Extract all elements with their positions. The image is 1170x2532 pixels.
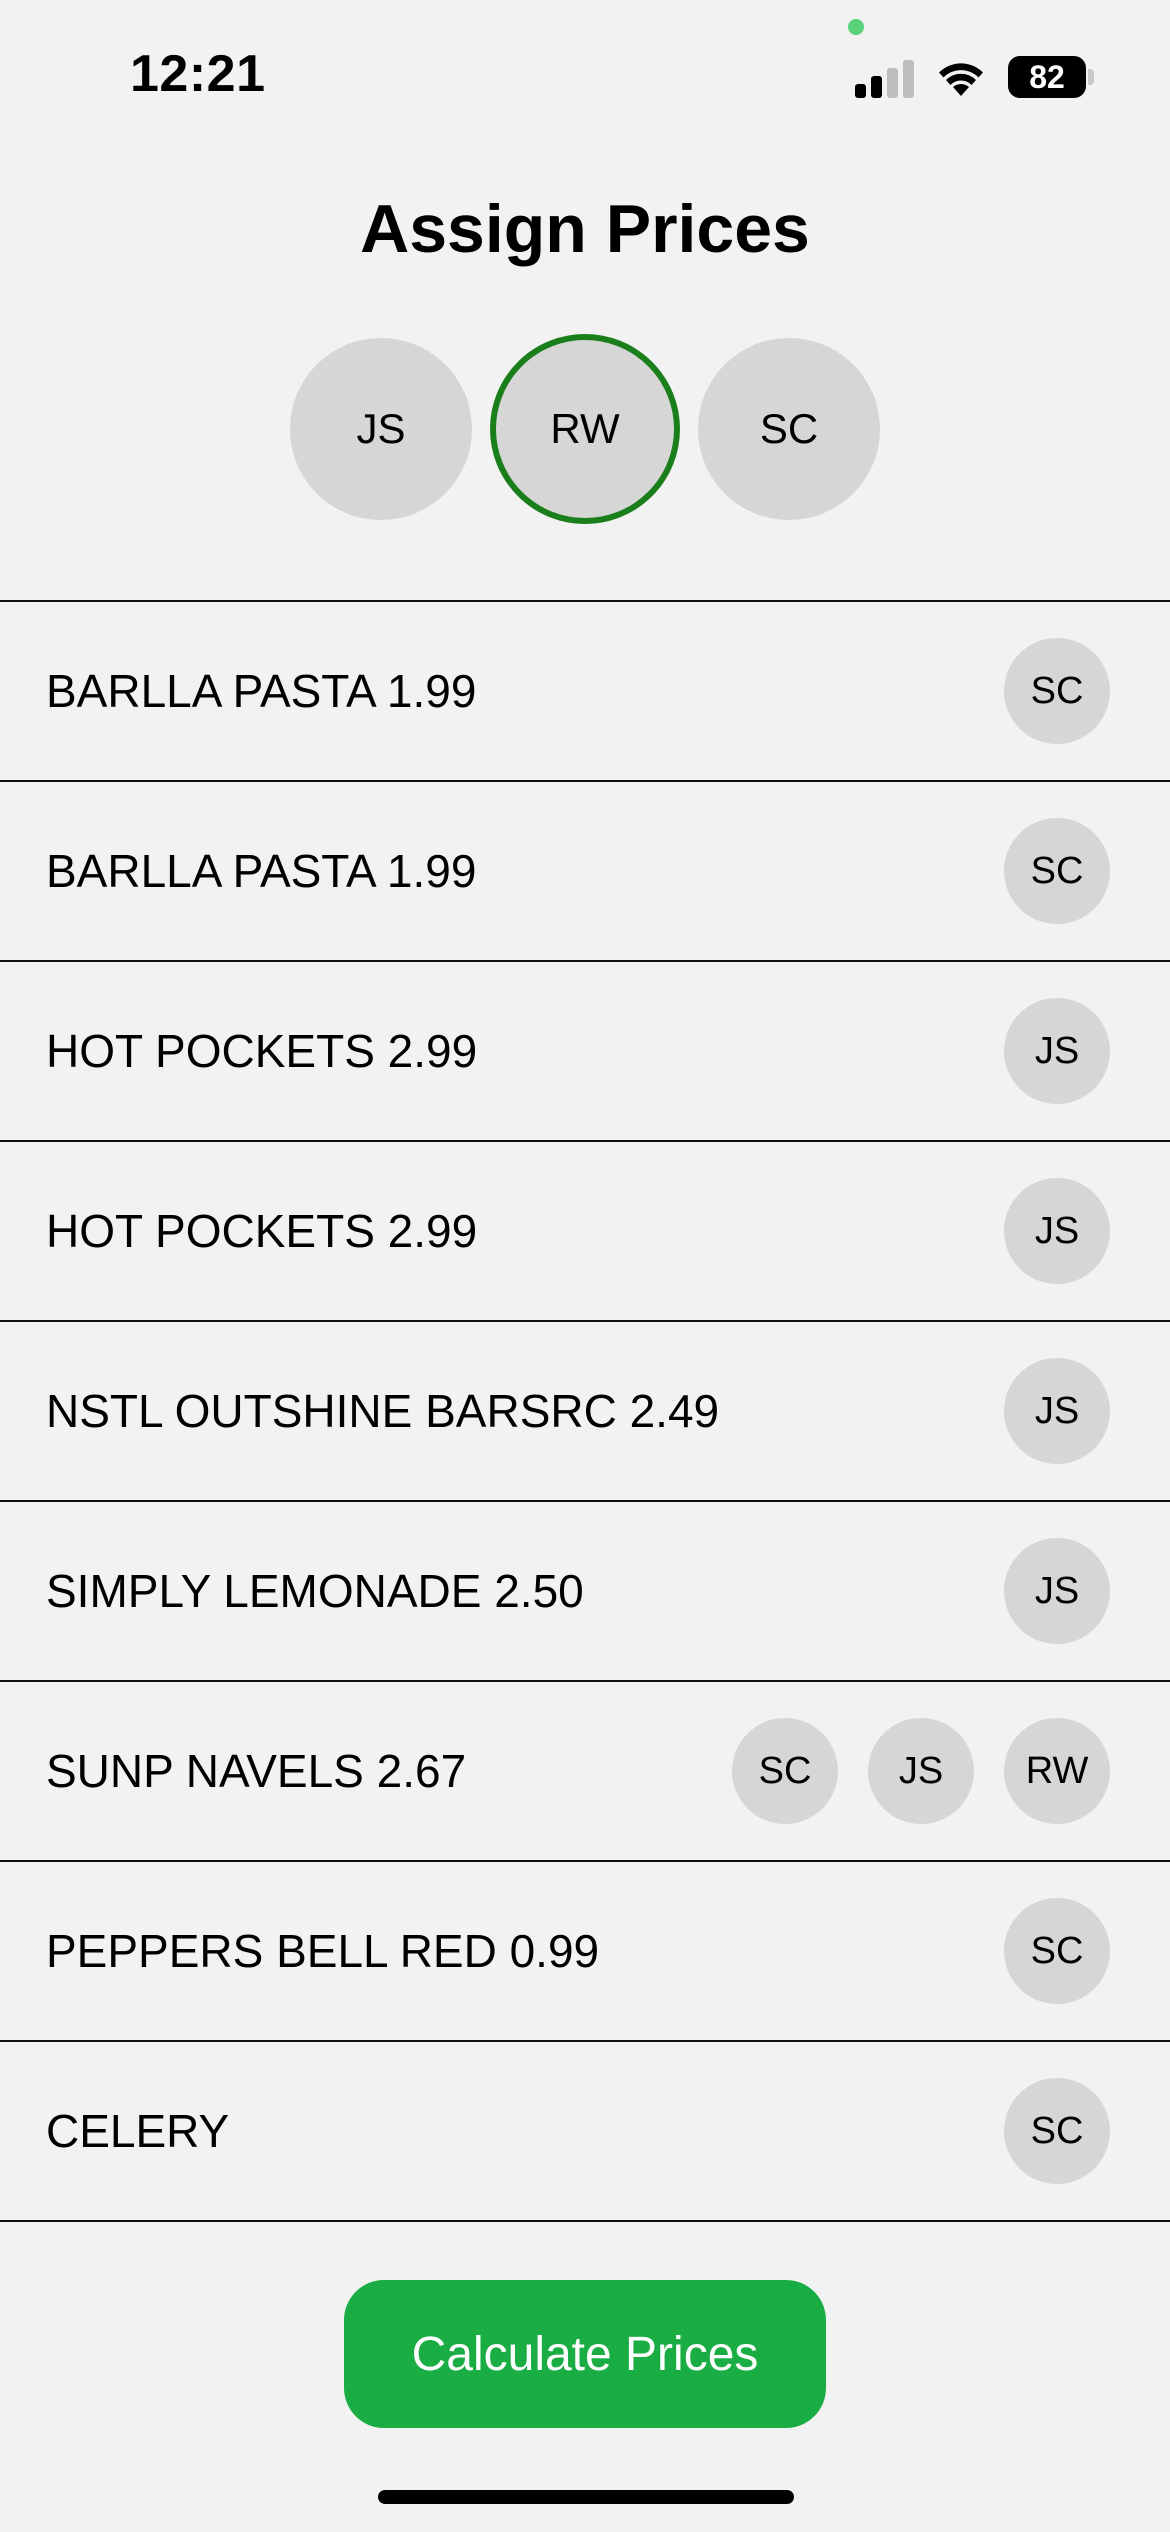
signal-icon (855, 58, 915, 98)
assigned-badge: JS (1004, 1178, 1110, 1284)
item-label: BARLLA PASTA 1.99 (46, 845, 477, 897)
assigned-badge: JS (1004, 1538, 1110, 1644)
assigned-badges: SC JS RW (732, 1718, 1110, 1824)
person-rw[interactable]: RW (490, 334, 680, 524)
assigned-badges: JS (1004, 1358, 1110, 1464)
item-row[interactable]: NSTL OUTSHINE BARSRC 2.49 JS (0, 1322, 1170, 1502)
people-selector: JS RW SC (0, 334, 1170, 524)
assigned-badges: JS (1004, 1178, 1110, 1284)
item-label: SUNP NAVELS 2.67 (46, 1745, 467, 1797)
status-time: 12:21 (130, 45, 266, 103)
calculate-prices-button[interactable]: Calculate Prices (344, 2280, 826, 2428)
assigned-badge: SC (1004, 638, 1110, 744)
assigned-badges: SC (1004, 1898, 1110, 2004)
person-initials: JS (356, 405, 406, 452)
home-indicator[interactable] (378, 2490, 794, 2504)
battery-icon: 82 (1008, 56, 1086, 98)
item-row[interactable]: HOT POCKETS 2.99 JS (0, 962, 1170, 1142)
person-js[interactable]: JS (290, 338, 472, 520)
battery-cap (1088, 69, 1094, 85)
item-label: PEPPERS BELL RED 0.99 (46, 1925, 600, 1977)
item-label: NSTL OUTSHINE BARSRC 2.49 (46, 1385, 720, 1437)
page-title: Assign Prices (360, 191, 810, 267)
camera-indicator-icon (848, 19, 864, 35)
item-row[interactable]: HOT POCKETS 2.99 JS (0, 1142, 1170, 1322)
item-label: CELERY (46, 2105, 230, 2157)
item-row[interactable]: SUNP NAVELS 2.67 SC JS RW (0, 1682, 1170, 1862)
item-row[interactable]: BARLLA PASTA 1.99 SC (0, 602, 1170, 782)
battery-level: 82 (1029, 58, 1065, 95)
item-label: HOT POCKETS 2.99 (46, 1205, 478, 1257)
person-initials: RW (550, 405, 620, 452)
assigned-badges: JS (1004, 1538, 1110, 1644)
assigned-badge: RW (1004, 1718, 1110, 1824)
assigned-badge: JS (1004, 1358, 1110, 1464)
item-row[interactable]: SIMPLY LEMONADE 2.50 JS (0, 1502, 1170, 1682)
assigned-badge: SC (1004, 818, 1110, 924)
item-label: HOT POCKETS 2.99 (46, 1025, 478, 1077)
item-list: BARLLA PASTA 1.99 SC BARLLA PASTA 1.99 S… (0, 600, 1170, 2222)
assigned-badges: JS (1004, 998, 1110, 1104)
assigned-badges: SC (1004, 638, 1110, 744)
person-sc[interactable]: SC (698, 338, 880, 520)
person-initials: SC (759, 405, 819, 452)
assigned-badge: SC (1004, 1898, 1110, 2004)
assigned-badge: SC (1004, 2078, 1110, 2184)
item-row[interactable]: PEPPERS BELL RED 0.99 SC (0, 1862, 1170, 2042)
screen: 12:21 82 Assign Prices JS RW SC BARLLA P… (0, 0, 1170, 2532)
assigned-badges: SC (1004, 818, 1110, 924)
item-label: BARLLA PASTA 1.99 (46, 665, 477, 717)
assigned-badge: SC (732, 1718, 838, 1824)
item-row[interactable]: BARLLA PASTA 1.99 SC (0, 782, 1170, 962)
assigned-badge: JS (868, 1718, 974, 1824)
wifi-icon (939, 63, 983, 96)
assigned-badges: SC (1004, 2078, 1110, 2184)
item-label: SIMPLY LEMONADE 2.50 (46, 1565, 584, 1617)
item-row[interactable]: CELERY SC (0, 2042, 1170, 2222)
assigned-badge: JS (1004, 998, 1110, 1104)
